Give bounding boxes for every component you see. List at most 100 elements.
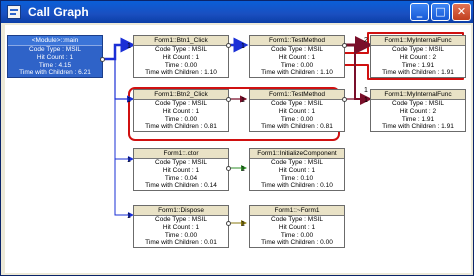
node-title: Form1::Btn1_Click [134,36,228,46]
time-value: 0.00 [184,231,198,239]
time-children-label: Time with Children [145,69,199,77]
hit-count-row: Hit Count : 1 [278,223,316,231]
hit-count-label: Hit Count [399,107,428,115]
time-children-label: Time with Children [382,69,436,77]
code-type-row: Code Type : MSIL [155,100,207,107]
hit-count-label: Hit Count [36,53,65,61]
output-port[interactable] [226,43,231,48]
time-row: Time : 0.00 [164,115,198,123]
code-type-value: MSIL [191,46,207,53]
node-title: Form1::Dispose [134,206,228,216]
code-type-value: MSIL [307,216,323,223]
count-test1-internal1: 2 [364,37,368,44]
code-type-value: MSIL [428,100,444,107]
title-bar[interactable]: Call Graph _ □ ✕ [1,1,473,23]
time-children-value: 6.21 [78,69,91,77]
hit-count-row: Hit Count : 1 [162,166,200,174]
code-type-label: Code Type [155,159,187,166]
hit-count-row: Hit Count : 1 [36,53,74,61]
maximize-button[interactable]: □ [431,3,450,21]
time-row: Time : 0.00 [280,61,314,69]
count-btn1-test1: 1 [241,43,245,50]
node-test-method-1[interactable]: Form1::TestMethod Code Type : MSIL Hit C… [249,35,347,79]
time-children-label: Time with Children [19,69,73,77]
code-type-value: MSIL [307,159,323,166]
code-type-label: Code Type [271,159,303,166]
time-children-value: 1.91 [441,123,454,131]
code-type-value: MSIL [65,46,81,53]
node-title: Form1::.ctor [134,149,228,159]
node-title: Form1::TestMethod [250,36,344,46]
code-type-value: MSIL [307,100,323,107]
time-children-label: Time with Children [261,123,315,131]
node-dispose[interactable]: Form1::Dispose Code Type : MSIL Hit Coun… [133,205,231,249]
output-port[interactable] [342,97,347,102]
time-row: Time : 0.00 [164,61,198,69]
count-dispose-finalize: 1 [241,221,245,228]
time-label: Time [164,174,180,182]
hit-count-row: Hit Count : 1 [162,53,200,61]
time-children-label: Time with Children [382,123,436,131]
close-button[interactable]: ✕ [452,3,471,21]
hit-count-value: 1 [195,166,200,174]
time-row: Time : 1.91 [401,115,435,123]
graph-canvas[interactable]: 1 1 2 1 1 1 1 1 1 1 1 <Module>::main Cod… [5,25,471,273]
node-my-internal-func-1[interactable]: Form1::MyInternalFunc Code Type : MSIL H… [370,35,466,79]
output-port[interactable] [226,221,231,226]
time-children-label: Time with Children [145,182,199,190]
hit-count-label: Hit Count [399,53,428,61]
time-value: 0.00 [184,61,198,69]
node-btn2-click[interactable]: Form1::Btn2_Click Code Type : MSIL Hit C… [133,89,231,133]
time-children-value: 1.91 [441,69,454,77]
code-type-label: Code Type [271,100,303,107]
output-port[interactable] [226,166,231,171]
hit-count-row: Hit Count : 1 [278,107,316,115]
time-value: 4.15 [58,61,72,69]
node-my-internal-func-2[interactable]: Form1::MyInternalFunc Code Type : MSIL H… [370,89,466,133]
code-type-row: Code Type : MSIL [271,100,323,107]
node-test-method-2[interactable]: Form1::TestMethod Code Type : MSIL Hit C… [249,89,347,133]
time-children-value: 0.81 [320,123,333,131]
hit-count-label: Hit Count [278,166,307,174]
hit-count-row: Hit Count : 1 [162,223,200,231]
time-row: Time : 0.00 [164,231,198,239]
code-type-row: Code Type : MSIL [29,46,81,53]
hit-count-value: 1 [311,107,316,115]
hit-count-row: Hit Count : 2 [399,107,437,115]
hit-count-value: 2 [432,53,437,61]
time-children-row: Time with Children : 1.91 [382,69,454,77]
time-children-value: 0.81 [204,123,217,131]
time-label: Time [280,115,296,123]
code-type-row: Code Type : MSIL [392,46,444,53]
node-main[interactable]: <Module>::main Code Type : MSIL Hit Coun… [7,35,105,79]
count-main-ctor: 1 [127,157,131,164]
hit-count-value: 1 [69,53,74,61]
time-row: Time : 0.10 [280,174,314,182]
output-port[interactable] [226,97,231,102]
node-btn1-click[interactable]: Form1::Btn1_Click Code Type : MSIL Hit C… [133,35,231,79]
node-initialize-component[interactable]: Form1::InitializeComponent Code Type : M… [249,148,345,192]
time-label: Time [164,115,180,123]
count-btn2-test2: 1 [241,97,245,104]
time-value: 0.10 [300,174,314,182]
output-port[interactable] [100,57,105,62]
node-title: <Module>::main [8,36,102,46]
time-label: Time [164,231,180,239]
hit-count-value: 1 [311,223,316,231]
node-title: Form1::Btn2_Click [134,90,228,100]
edge-main-dispose [114,159,134,218]
code-type-row: Code Type : MSIL [271,46,323,53]
node-ctor[interactable]: Form1::.ctor Code Type : MSIL Hit Count … [133,148,231,192]
minimize-button[interactable]: _ [410,3,429,21]
time-row: Time : 1.91 [401,61,435,69]
time-row: Time : 0.00 [280,231,314,239]
time-children-value: 0.00 [320,239,333,247]
code-type-row: Code Type : MSIL [155,159,207,166]
node-finalizer[interactable]: Form1::~Form1 Code Type : MSIL Hit Count… [249,205,345,249]
time-children-label: Time with Children [261,239,315,247]
code-type-label: Code Type [271,216,303,223]
hit-count-value: 1 [311,166,316,174]
output-port[interactable] [342,43,347,48]
time-children-label: Time with Children [145,239,199,247]
hit-count-label: Hit Count [278,53,307,61]
